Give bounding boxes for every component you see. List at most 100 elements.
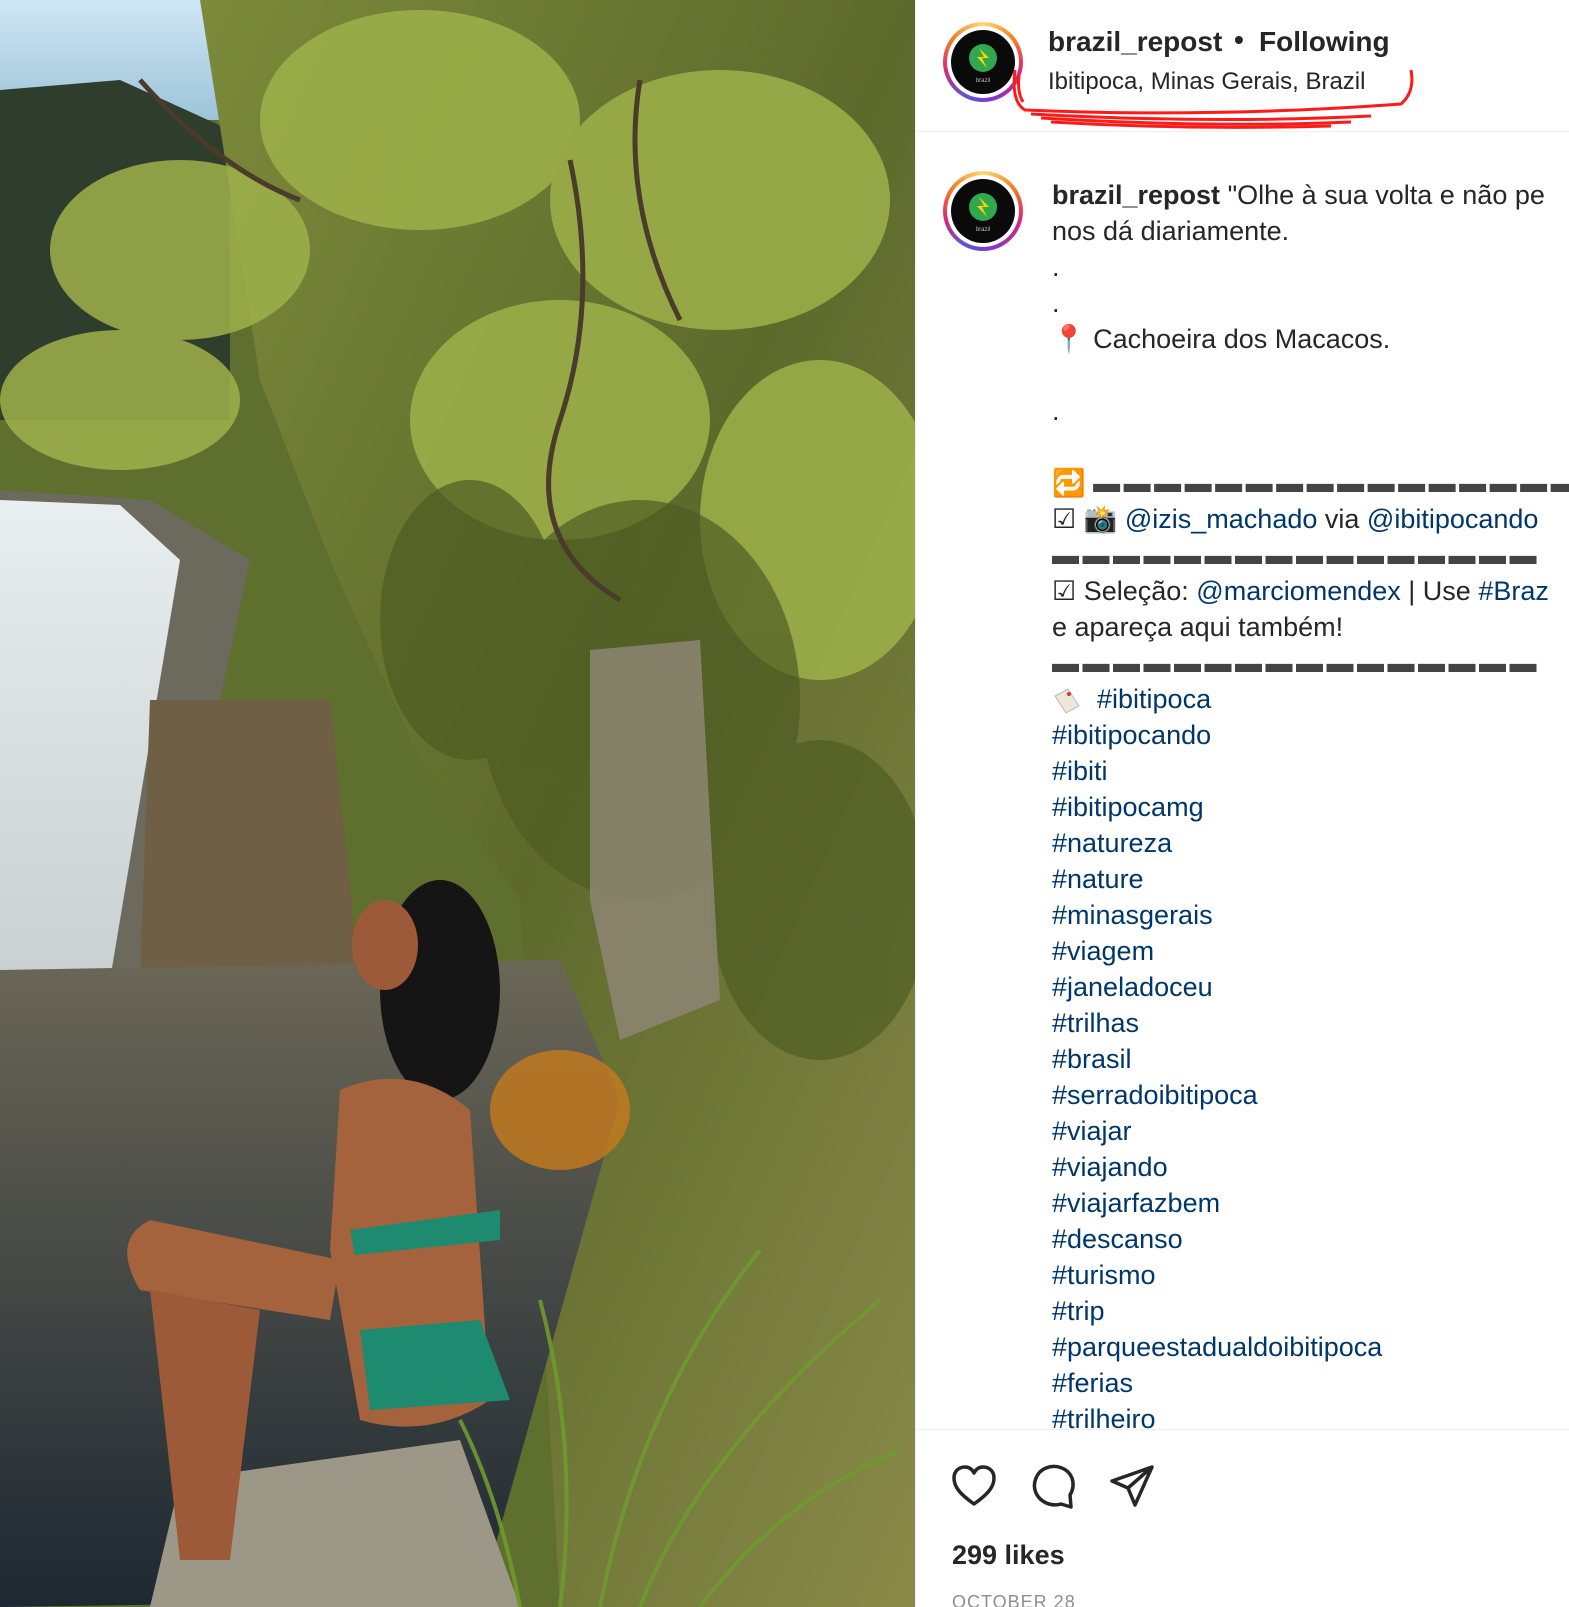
hashtag-link[interactable]: #janeladoceu bbox=[1052, 972, 1213, 1002]
hashtag-link[interactable]: #ferias bbox=[1052, 1368, 1133, 1398]
caption-credit-line: ☑ 📸 @izis_machado via @ibitipocando bbox=[1052, 501, 1569, 537]
likes-count[interactable]: 299 likes bbox=[952, 1540, 1065, 1571]
hashtag-line: #trip bbox=[1052, 1293, 1569, 1329]
hashtag-line: #brasil bbox=[1052, 1041, 1569, 1077]
hashtag-line: #turismo bbox=[1052, 1257, 1569, 1293]
hashtag-line: #descanso bbox=[1052, 1221, 1569, 1257]
hashtag-line: #viajar bbox=[1052, 1113, 1569, 1149]
hashtag-link[interactable]: #parqueestadualdoibitipoca bbox=[1052, 1332, 1382, 1362]
hashtag-link[interactable]: #viajarfazbem bbox=[1052, 1188, 1220, 1218]
place-name: Cachoeira dos Macacos. bbox=[1085, 324, 1391, 354]
hashtag-line: #trilheiro bbox=[1052, 1401, 1569, 1429]
hashtag-line: #nature bbox=[1052, 861, 1569, 897]
hashtag-link[interactable]: #descanso bbox=[1052, 1224, 1183, 1254]
hashtag-link[interactable]: #ibiti bbox=[1052, 756, 1108, 786]
hashtag-link[interactable]: #ibitipocando bbox=[1052, 720, 1211, 750]
post-header: brazil brazil_repost • Following Ibitipo… bbox=[916, 0, 1569, 132]
via-text: via bbox=[1317, 504, 1367, 534]
hashtag-link[interactable]: #viajando bbox=[1052, 1152, 1168, 1182]
following-button[interactable]: Following bbox=[1259, 26, 1390, 58]
hashtag-line: #ibiti bbox=[1052, 753, 1569, 789]
hashtag-link[interactable]: #trip bbox=[1052, 1296, 1105, 1326]
caption-selection-line: ☑ Seleção: @marciomendex | Use #Braz bbox=[1052, 573, 1569, 609]
repost-logo-icon: brazil bbox=[969, 193, 997, 233]
tag-label-icon bbox=[1054, 688, 1080, 714]
hashtag-link[interactable]: #minasgerais bbox=[1052, 900, 1213, 930]
waterfall-photo bbox=[0, 0, 915, 1607]
hashtag-link[interactable]: #ibitipoca bbox=[1097, 684, 1211, 714]
caption-repost-line: 🔁 ▬ ▬ ▬ ▬ ▬ ▬ ▬ ▬ ▬ ▬ ▬ ▬ ▬ ▬ ▬ ▬ bbox=[1052, 465, 1569, 501]
post-date: OCTOBER 28 bbox=[952, 1592, 1076, 1607]
hashtag-link[interactable]: #viajar bbox=[1052, 1116, 1132, 1146]
caption-divider-line: ▬ ▬ ▬ ▬ ▬ ▬ ▬ ▬ ▬ ▬ ▬ ▬ ▬ ▬ ▬ ▬ bbox=[1052, 645, 1569, 681]
selection-label: Seleção: bbox=[1076, 576, 1197, 606]
post-actions-bar: 299 likes OCTOBER 28 bbox=[916, 1429, 1569, 1607]
caption-line: brazil_repost "Olhe à sua volta e não pe bbox=[1052, 177, 1569, 213]
caption-place-line: 📍 Cachoeira dos Macacos. bbox=[1052, 321, 1569, 357]
hashtag-line: #viajarfazbem bbox=[1052, 1185, 1569, 1221]
hashtag-line: #ibitipocando bbox=[1052, 717, 1569, 753]
heart-icon[interactable] bbox=[950, 1462, 998, 1510]
hashtag-line: #janeladoceu bbox=[1052, 969, 1569, 1005]
instagram-post-view: brazil brazil_repost • Following Ibitipo… bbox=[0, 0, 1569, 1607]
caption-dot-line: . bbox=[1052, 393, 1569, 429]
checkbox-icon: ☑ bbox=[1052, 504, 1077, 534]
caption-dot: . bbox=[1052, 396, 1060, 426]
comment-icon[interactable] bbox=[1029, 1462, 1077, 1510]
hashtag-link[interactable]: #serradoibitipoca bbox=[1052, 1080, 1258, 1110]
dash-divider: ▬ ▬ ▬ ▬ ▬ ▬ ▬ ▬ ▬ ▬ ▬ ▬ ▬ ▬ ▬ ▬ bbox=[1093, 468, 1569, 498]
hashtag-line: #viagem bbox=[1052, 933, 1569, 969]
dash-divider: ▬ ▬ ▬ ▬ ▬ ▬ ▬ ▬ ▬ ▬ ▬ ▬ ▬ ▬ ▬ ▬ bbox=[1052, 540, 1537, 570]
paper-plane-icon[interactable] bbox=[1108, 1462, 1156, 1510]
hashtag-line: #ibitipoca bbox=[1052, 681, 1569, 717]
hashtag-link[interactable]: #trilheiro bbox=[1052, 1404, 1156, 1429]
hashtag-link[interactable]: #natureza bbox=[1052, 828, 1172, 858]
pin-icon: 📍 bbox=[1052, 324, 1086, 354]
selection-link[interactable]: @marciomendex bbox=[1196, 576, 1400, 606]
hashtag-link[interactable]: #ibitipocamg bbox=[1052, 792, 1204, 822]
hashtag-line: #trilhas bbox=[1052, 1005, 1569, 1041]
separator-dot: • bbox=[1234, 24, 1244, 55]
use-hashtag-link[interactable]: #Braz bbox=[1478, 576, 1549, 606]
caption-line: nos dá diariamente. bbox=[1052, 213, 1569, 249]
camera-icon: 📸 bbox=[1083, 504, 1118, 534]
caption-username[interactable]: brazil_repost bbox=[1052, 180, 1220, 210]
hashtag-link[interactable]: #turismo bbox=[1052, 1260, 1156, 1290]
caption-dot-line: . bbox=[1052, 285, 1569, 321]
caption-quote: "Olhe à sua volta e não pe bbox=[1220, 180, 1545, 210]
svg-text:brazil: brazil bbox=[976, 227, 990, 233]
hashtag-line: #parqueestadualdoibitipoca bbox=[1052, 1329, 1569, 1365]
dash-divider: ▬ ▬ ▬ ▬ ▬ ▬ ▬ ▬ ▬ ▬ ▬ ▬ ▬ ▬ ▬ ▬ bbox=[1052, 648, 1537, 678]
caption-avatar[interactable]: brazil bbox=[943, 171, 1023, 251]
repost-icon: 🔁 bbox=[1052, 468, 1086, 498]
appear-text: e apareça aqui também! bbox=[1052, 612, 1344, 642]
header-username[interactable]: brazil_repost bbox=[1048, 26, 1222, 58]
hashtag-link[interactable]: #brasil bbox=[1052, 1044, 1132, 1074]
photographer-link[interactable]: @izis_machado bbox=[1125, 504, 1318, 534]
caption-section: brazil brazil_repost "Olhe à sua volta e… bbox=[916, 131, 1569, 1429]
caption-dot: . bbox=[1052, 252, 1060, 282]
caption-line2: nos dá diariamente. bbox=[1052, 216, 1290, 246]
use-text: | Use bbox=[1400, 576, 1479, 606]
caption-text: brazil_repost "Olhe à sua volta e não pe… bbox=[1052, 177, 1569, 1429]
svg-text:brazil: brazil bbox=[976, 78, 990, 84]
caption-dot: . bbox=[1052, 288, 1060, 318]
post-side-panel: brazil brazil_repost • Following Ibitipo… bbox=[915, 0, 1569, 1607]
hashtag-line: #ibitipocamg bbox=[1052, 789, 1569, 825]
hashtag-line: #serradoibitipoca bbox=[1052, 1077, 1569, 1113]
hashtag-link[interactable]: #trilhas bbox=[1052, 1008, 1139, 1038]
hashtag-line: #natureza bbox=[1052, 825, 1569, 861]
hashtag-link[interactable]: #viagem bbox=[1052, 936, 1154, 966]
checkbox-icon: ☑ bbox=[1052, 576, 1077, 606]
caption-dot-line: . bbox=[1052, 249, 1569, 285]
hashtag-link[interactable]: #nature bbox=[1052, 864, 1144, 894]
via-link[interactable]: @ibitipocando bbox=[1367, 504, 1539, 534]
hashtag-line: #viajando bbox=[1052, 1149, 1569, 1185]
post-photo[interactable] bbox=[0, 0, 915, 1607]
red-scribble-annotation bbox=[1012, 69, 1414, 129]
repost-logo-icon: brazil bbox=[969, 44, 997, 84]
caption-appear-line: e apareça aqui também! bbox=[1052, 609, 1569, 645]
caption-divider-line: ▬ ▬ ▬ ▬ ▬ ▬ ▬ ▬ ▬ ▬ ▬ ▬ ▬ ▬ ▬ ▬ bbox=[1052, 537, 1569, 573]
